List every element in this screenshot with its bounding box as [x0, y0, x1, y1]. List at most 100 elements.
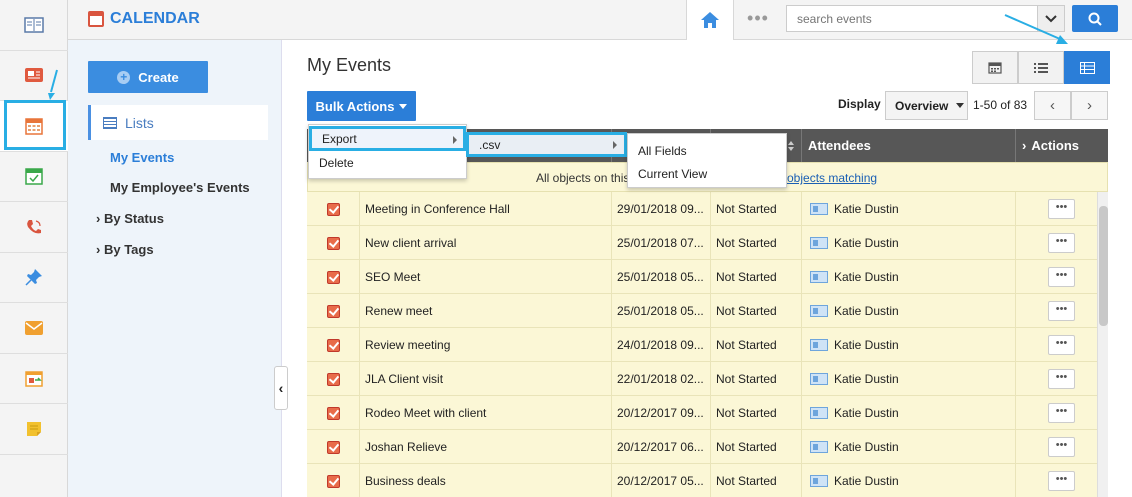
event-subject[interactable]: Review meeting	[360, 328, 612, 362]
menu-item-current-view[interactable]: Current View	[628, 162, 786, 185]
event-subject[interactable]: SEO Meet	[360, 260, 612, 294]
next-page-button[interactable]: ›	[1071, 91, 1108, 120]
event-subject[interactable]: Joshan Relieve	[360, 430, 612, 464]
attendee-name: Katie Dustin	[834, 236, 899, 250]
sidebar-item-employee-events[interactable]: My Employee's Events	[110, 180, 250, 195]
sidebar-item-by-tags[interactable]: › By Tags	[96, 242, 154, 257]
row-actions: •••	[1016, 260, 1108, 294]
more-menu-button[interactable]: •••	[738, 8, 778, 29]
table-row[interactable]: JLA Client visit 22/01/2018 02... Not St…	[307, 362, 1108, 396]
attendee-name: Katie Dustin	[834, 474, 899, 488]
col-actions[interactable]: › Actions	[1016, 129, 1108, 162]
table-row[interactable]: SEO Meet 25/01/2018 05... Not Started Ka…	[307, 260, 1108, 294]
row-checkbox[interactable]	[307, 226, 360, 260]
event-attendee[interactable]: Katie Dustin	[802, 362, 1016, 396]
row-more-button[interactable]: •••	[1048, 437, 1075, 457]
row-checkbox[interactable]	[307, 396, 360, 430]
table-row[interactable]: Renew meet 25/01/2018 05... Not Started …	[307, 294, 1108, 328]
table-row[interactable]: Joshan Relieve 20/12/2017 06... Not Star…	[307, 430, 1108, 464]
caret-down-icon	[399, 103, 408, 109]
search-dropdown-button[interactable]	[1038, 5, 1065, 32]
event-status: Not Started	[711, 294, 802, 328]
scrollbar-thumb[interactable]	[1099, 206, 1108, 326]
event-attendee[interactable]: Katie Dustin	[802, 260, 1016, 294]
contact-card-icon	[810, 237, 828, 249]
rail-tasks[interactable]	[0, 152, 68, 202]
select-all-link[interactable]: objects matching	[787, 171, 877, 185]
rail-mail[interactable]	[0, 303, 68, 354]
list-view-button[interactable]	[1018, 51, 1064, 84]
collapse-sidebar-button[interactable]: ‹	[274, 366, 288, 410]
rail-notes[interactable]	[0, 404, 68, 455]
rail-pin[interactable]	[0, 253, 68, 303]
row-checkbox[interactable]	[307, 294, 360, 328]
row-more-button[interactable]: •••	[1048, 301, 1075, 321]
table-scrollbar[interactable]	[1097, 192, 1108, 497]
row-more-button[interactable]: •••	[1048, 403, 1075, 423]
table-view-icon	[1079, 61, 1095, 74]
row-actions: •••	[1016, 362, 1108, 396]
row-checkbox[interactable]	[307, 260, 360, 294]
row-more-button[interactable]: •••	[1048, 199, 1075, 219]
home-button[interactable]	[686, 0, 734, 40]
table-row[interactable]: Business deals 20/12/2017 05... Not Star…	[307, 464, 1108, 497]
row-more-button[interactable]: •••	[1048, 233, 1075, 253]
contact-card-icon	[810, 407, 828, 419]
menu-item-export[interactable]: Export	[309, 126, 466, 151]
checkbox-icon	[326, 270, 340, 284]
table-row[interactable]: Review meeting 24/01/2018 09... Not Star…	[307, 328, 1108, 362]
event-attendee[interactable]: Katie Dustin	[802, 328, 1016, 362]
event-attendee[interactable]: Katie Dustin	[802, 192, 1016, 226]
row-more-button[interactable]: •••	[1048, 369, 1075, 389]
bulk-actions-button[interactable]: Bulk Actions	[307, 91, 416, 121]
prev-page-button[interactable]: ‹	[1034, 91, 1071, 120]
rail-news[interactable]	[0, 51, 68, 101]
create-button[interactable]: + Create	[88, 61, 208, 93]
display-select[interactable]: Overview	[885, 91, 968, 120]
table-row[interactable]: Meeting in Conference Hall 29/01/2018 09…	[307, 192, 1108, 226]
row-actions: •••	[1016, 430, 1108, 464]
event-subject[interactable]: Meeting in Conference Hall	[360, 192, 612, 226]
row-more-button[interactable]: •••	[1048, 471, 1075, 491]
contacts-icon	[24, 17, 44, 33]
row-checkbox[interactable]	[307, 328, 360, 362]
row-checkbox[interactable]	[307, 192, 360, 226]
sidebar-item-by-status[interactable]: › By Status	[96, 211, 164, 226]
calendar-view-button[interactable]	[972, 51, 1018, 84]
row-checkbox[interactable]	[307, 362, 360, 396]
col-attendees[interactable]: Attendees	[802, 129, 1016, 162]
menu-item-csv[interactable]: .csv	[466, 132, 627, 157]
search-button[interactable]	[1072, 5, 1118, 32]
row-more-button[interactable]: •••	[1048, 267, 1075, 287]
home-icon	[701, 12, 719, 28]
deals-icon	[25, 371, 43, 387]
event-subject[interactable]: Rodeo Meet with client	[360, 396, 612, 430]
row-checkbox[interactable]	[307, 464, 360, 497]
sidebar-item-my-events[interactable]: My Events	[110, 150, 174, 165]
event-subject[interactable]: Business deals	[360, 464, 612, 497]
rail-contacts[interactable]	[0, 0, 68, 51]
event-attendee[interactable]: Katie Dustin	[802, 226, 1016, 260]
menu-item-label: Delete	[319, 155, 354, 170]
table-row[interactable]: New client arrival 25/01/2018 07... Not …	[307, 226, 1108, 260]
tasks-icon	[25, 168, 43, 185]
table-view-button[interactable]	[1064, 51, 1110, 84]
menu-item-all-fields[interactable]: All Fields	[628, 139, 786, 162]
event-attendee[interactable]: Katie Dustin	[802, 464, 1016, 497]
rail-phone[interactable]	[0, 202, 68, 253]
chevron-left-icon: ‹	[278, 380, 284, 396]
row-checkbox[interactable]	[307, 430, 360, 464]
event-subject[interactable]: Renew meet	[360, 294, 612, 328]
event-subject[interactable]: New client arrival	[360, 226, 612, 260]
event-subject[interactable]: JLA Client visit	[360, 362, 612, 396]
table-row[interactable]: Rodeo Meet with client 20/12/2017 09... …	[307, 396, 1108, 430]
app-title: CALENDAR	[88, 10, 200, 28]
rail-deals[interactable]	[0, 354, 68, 404]
lists-header[interactable]: Lists	[88, 105, 268, 140]
event-attendee[interactable]: Katie Dustin	[802, 430, 1016, 464]
event-attendee[interactable]: Katie Dustin	[802, 294, 1016, 328]
row-more-button[interactable]: •••	[1048, 335, 1075, 355]
search-input[interactable]	[786, 5, 1038, 32]
menu-item-delete[interactable]: Delete	[309, 151, 466, 174]
event-attendee[interactable]: Katie Dustin	[802, 396, 1016, 430]
